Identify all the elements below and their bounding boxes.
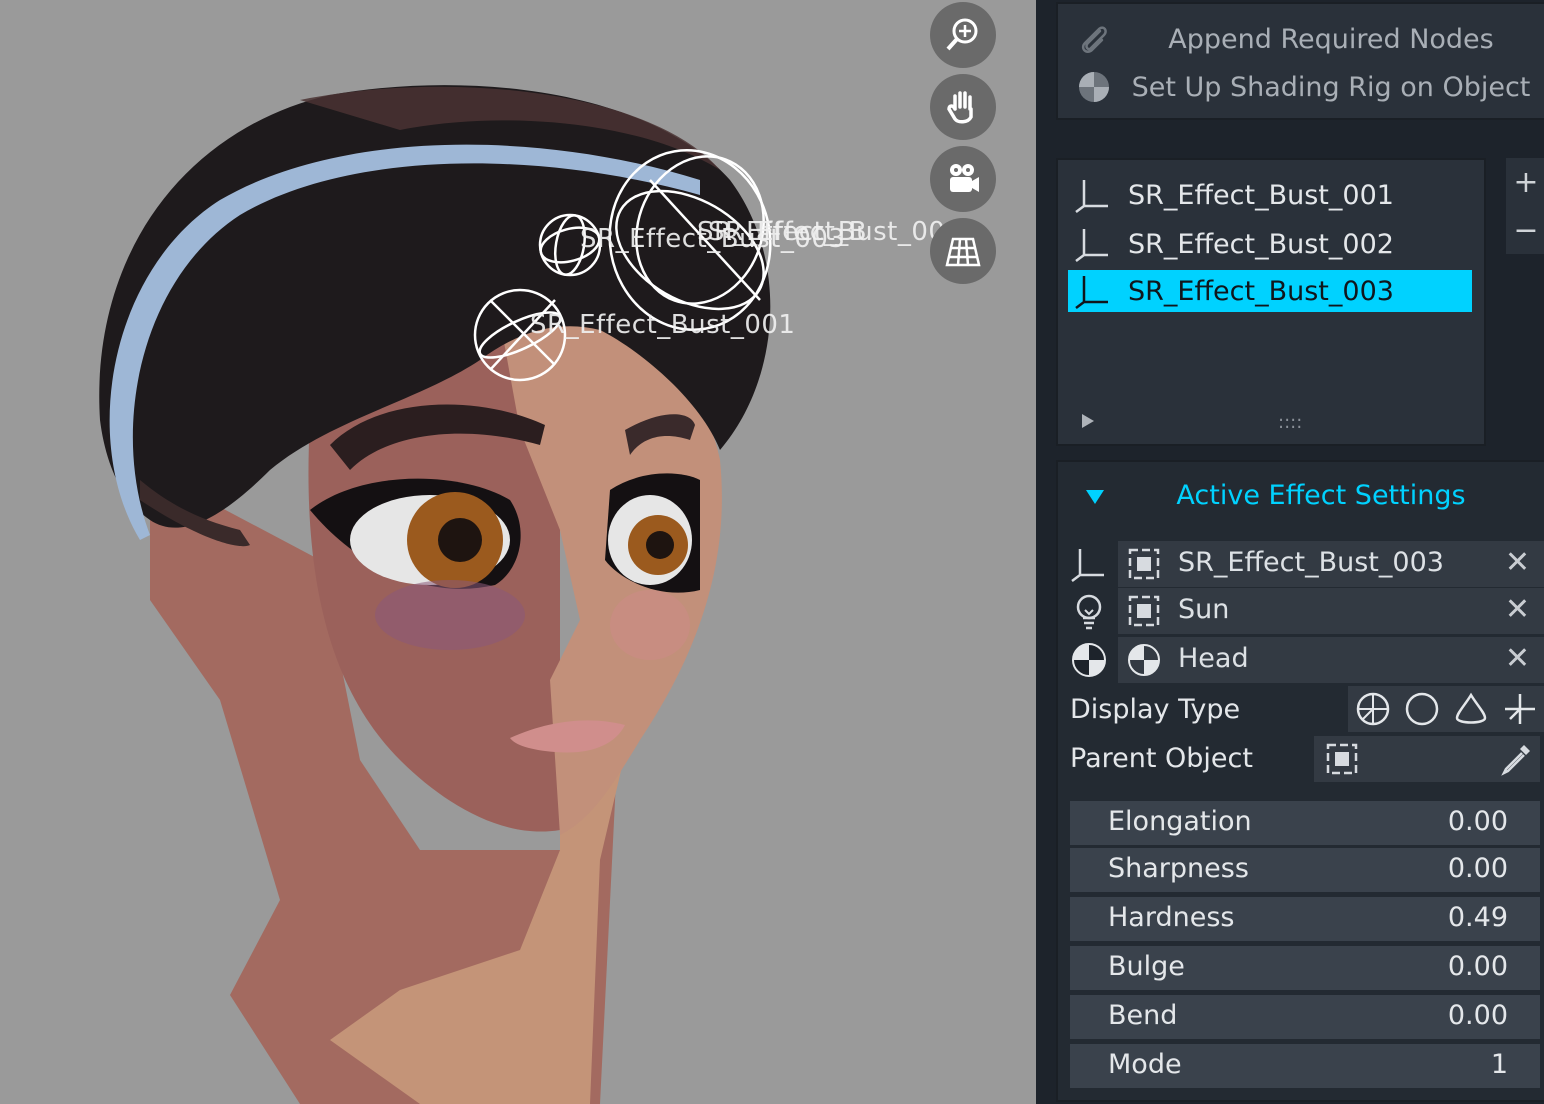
- eyedropper-icon[interactable]: [1498, 741, 1534, 777]
- plus-icon: +: [1513, 164, 1539, 200]
- list-item-label: SR_Effect_Bust_001: [1128, 179, 1394, 211]
- hand-pan-icon: [947, 91, 973, 124]
- light-object-name: Sun: [1178, 594, 1230, 625]
- append-required-nodes-label: Append Required Nodes: [1168, 23, 1494, 55]
- list-item-label: SR_Effect_Bust_003: [1128, 275, 1394, 307]
- circle-display-icon[interactable]: [1404, 691, 1440, 727]
- property-name: Hardness: [1108, 902, 1235, 933]
- add-effect-button[interactable]: +: [1506, 158, 1544, 206]
- light-object-box[interactable]: Sun ✕: [1118, 588, 1544, 634]
- perspective-toggle-button[interactable]: [930, 218, 996, 284]
- property-row-bulge[interactable]: Bulge 0.00: [1070, 946, 1540, 990]
- camera-view-button[interactable]: [930, 146, 996, 212]
- list-resize-grip[interactable]: ::::: [1278, 412, 1302, 433]
- property-name: Mode: [1108, 1049, 1182, 1080]
- append-required-nodes-button[interactable]: Append Required Nodes: [1058, 16, 1544, 62]
- display-type-selector[interactable]: [1348, 686, 1544, 732]
- effect-object-box[interactable]: SR_Effect_Bust_003 ✕: [1118, 541, 1544, 587]
- property-name: Bend: [1108, 1000, 1178, 1031]
- clear-mesh-object-icon[interactable]: ✕: [1505, 641, 1530, 676]
- property-name: Elongation: [1108, 806, 1252, 837]
- effect-object-field[interactable]: SR_Effect_Bust_003 ✕: [1070, 541, 1544, 587]
- light-bulb-icon: [1076, 594, 1102, 630]
- object-square-icon: [1128, 595, 1160, 627]
- property-value: 0.00: [1447, 951, 1508, 982]
- plain-axes-display-icon[interactable]: [1502, 691, 1538, 727]
- grid-perspective-icon: [945, 237, 981, 267]
- property-name: Bulge: [1108, 951, 1185, 982]
- blush-left: [375, 580, 525, 650]
- property-row-elongation[interactable]: Elongation 0.00: [1070, 801, 1540, 845]
- empty-axes-icon: [1075, 180, 1108, 213]
- eye-left-pupil: [438, 518, 482, 562]
- mesh-object-field[interactable]: Head ✕: [1070, 637, 1544, 683]
- property-value: 0.00: [1447, 853, 1508, 884]
- property-value: 0.00: [1447, 1000, 1508, 1031]
- light-object-field[interactable]: Sun ✕: [1070, 588, 1544, 634]
- mesh-object-name: Head: [1178, 643, 1249, 674]
- list-item-label: SR_Effect_Bust_002: [1128, 228, 1394, 260]
- set-up-shading-rig-label: Set Up Shading Rig on Object: [1131, 71, 1531, 103]
- empty-axes-icon: [1075, 229, 1108, 262]
- object-square-icon: [1326, 743, 1358, 775]
- shading-ball-icon: [1072, 643, 1106, 677]
- eye-right-pupil: [646, 531, 674, 559]
- shading-ball-icon: [1079, 72, 1109, 102]
- cone-display-icon[interactable]: [1453, 691, 1489, 727]
- property-value: 0.00: [1447, 806, 1508, 837]
- object-square-icon: [1128, 548, 1160, 580]
- clear-effect-object-icon[interactable]: ✕: [1505, 545, 1530, 580]
- property-row-hardness[interactable]: Hardness 0.49: [1070, 897, 1540, 941]
- camera-icon: [950, 164, 979, 192]
- zoom-in-icon: [946, 18, 978, 51]
- list-expand-triangle-icon[interactable]: [1082, 414, 1094, 428]
- remove-effect-button[interactable]: −: [1506, 206, 1544, 254]
- settings-header-title: Active Effect Settings: [1176, 480, 1466, 511]
- character-bust-render: [99, 85, 772, 1104]
- effects-list: SR_Effect_Bust_001 SR_Effect_Bust_002 SR…: [1056, 158, 1486, 446]
- property-row-mode[interactable]: Mode 1: [1070, 1044, 1540, 1088]
- mesh-object-box[interactable]: Head ✕: [1118, 637, 1544, 683]
- list-item-effect-003[interactable]: SR_Effect_Bust_003: [1068, 270, 1472, 312]
- parent-object-label: Parent Object: [1070, 743, 1253, 774]
- display-type-label: Display Type: [1070, 694, 1241, 725]
- pan-button[interactable]: [930, 74, 996, 140]
- property-row-bend[interactable]: Bend 0.00: [1070, 995, 1540, 1039]
- property-name: Sharpness: [1108, 853, 1249, 884]
- empty-axes-icon: [1071, 549, 1104, 582]
- sphere-display-icon[interactable]: [1355, 691, 1391, 727]
- minus-icon: −: [1513, 212, 1539, 248]
- clear-light-object-icon[interactable]: ✕: [1505, 592, 1530, 627]
- parent-object-field[interactable]: [1314, 736, 1540, 782]
- property-value: 1: [1490, 1049, 1508, 1080]
- operators-box: Append Required Nodes Set Up Shading Rig…: [1056, 2, 1544, 120]
- shading-ball-icon: [1128, 644, 1160, 676]
- property-row-sharpness[interactable]: Sharpness 0.00: [1070, 848, 1540, 892]
- effect-object-name: SR_Effect_Bust_003: [1178, 547, 1444, 578]
- paperclip-icon: [1081, 26, 1107, 53]
- blush-right: [610, 590, 690, 660]
- list-item-effect-002[interactable]: SR_Effect_Bust_002: [1068, 223, 1472, 265]
- empty-label-001: SR_Effect_Bust_001: [530, 310, 796, 340]
- empty-axes-icon: [1075, 276, 1108, 309]
- list-item-effect-001[interactable]: SR_Effect_Bust_001: [1068, 174, 1472, 216]
- property-value: 0.49: [1447, 902, 1508, 933]
- set-up-shading-rig-button[interactable]: Set Up Shading Rig on Object: [1058, 64, 1544, 110]
- zoom-button[interactable]: [930, 2, 996, 68]
- 3d-viewport[interactable]: SR_Effect_Bust_001 SR_Effect_Bust_002 SR…: [0, 0, 1036, 1104]
